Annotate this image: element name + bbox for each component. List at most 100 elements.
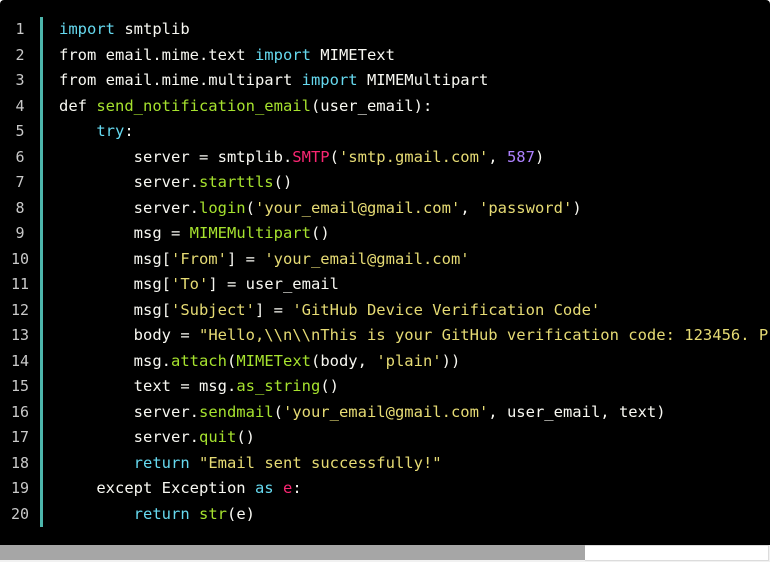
code-token: 'your_email@gmail.com'	[264, 249, 470, 268]
code-token: 'Subject'	[170, 300, 255, 319]
code-editor[interactable]: 1 2 3 4 5 6 7 8 9 10 11 12 13 14 15 16 17 18 19 20 import s…	[0, 0, 770, 545]
code-token: try	[96, 122, 125, 140]
code-token: 'your_email@gmail.com'	[282, 402, 489, 421]
code-token: (	[329, 147, 339, 166]
code-token: (user_email):	[310, 96, 433, 115]
code-token: def	[59, 96, 97, 115]
code-token: msg[	[59, 275, 171, 293]
code-token: :	[124, 122, 134, 140]
code-line: server.starttls()	[59, 170, 770, 196]
code-line: msg = MIMEMultipart()	[59, 221, 770, 247]
code-line: msg['Subject'] = 'GitHub Device Verifica…	[59, 298, 770, 324]
code-token: text = msg.	[59, 377, 237, 395]
code-token: ] =	[254, 300, 293, 319]
code-line: server.quit()	[59, 425, 770, 451]
code-token: import	[59, 20, 115, 38]
code-token: import	[301, 71, 358, 89]
code-token: str	[199, 504, 227, 523]
code-token: (	[226, 351, 237, 370]
code-token: "Email sent successfully!"	[199, 453, 442, 472]
code-token: attach	[170, 351, 227, 370]
line-number: 2	[15, 45, 25, 64]
code-token: 'password'	[478, 198, 573, 217]
line-number: 11	[10, 275, 30, 293]
code-token: MIMEMultipart	[357, 71, 489, 89]
code-line: return "Email sent successfully!"	[59, 451, 770, 477]
code-token: body =	[59, 326, 199, 344]
code-token: MIMEText	[310, 45, 395, 64]
line-number: 9	[15, 224, 25, 242]
code-token: ()	[273, 173, 293, 191]
code-token: ,	[488, 147, 507, 166]
code-token: )	[572, 198, 582, 217]
line-number: 19	[10, 479, 30, 497]
code-token: :	[292, 479, 302, 497]
code-token: as	[254, 479, 274, 497]
code-token: ))	[441, 351, 461, 370]
code-token: ] =	[226, 249, 265, 268]
code-token: server = smtplib.	[59, 147, 293, 166]
code-line: msg['To'] = user_email	[59, 272, 770, 298]
code-token: 'smtp.gmail.com'	[338, 147, 489, 166]
code-token: smtplib	[115, 20, 190, 38]
line-number: 6	[15, 147, 25, 166]
code-line: msg.attach(MIMEText(body, 'plain'))	[59, 349, 770, 375]
horizontal-scrollbar-track[interactable]	[585, 545, 769, 561]
line-number: 14	[10, 351, 30, 370]
line-number: 17	[10, 428, 30, 446]
code-token: )	[534, 147, 545, 166]
code-token: msg[	[59, 300, 171, 319]
code-token: SMTP	[292, 147, 330, 166]
line-number-gutter: 1 2 3 4 5 6 7 8 9 10 11 12 13 14 15 16 17 18 19 20	[0, 17, 40, 527]
code-token: quit	[198, 428, 237, 446]
code-token: ()	[236, 428, 255, 446]
code-token: ()	[310, 224, 330, 242]
code-token: e	[282, 479, 293, 497]
code-token: import	[254, 45, 311, 64]
horizontal-scrollbar-thumb[interactable]	[0, 545, 585, 560]
line-number: 5	[15, 122, 25, 140]
code-line: import smtplib	[59, 17, 770, 43]
line-number: 3	[15, 71, 25, 89]
code-line: from email.mime.multipart import MIMEMul…	[59, 68, 770, 94]
code-token: 'your_email@gmail.com'	[255, 198, 461, 217]
line-number: 13	[10, 326, 30, 344]
code-token: from email.mime.multipart	[59, 71, 302, 89]
code-line: except Exception as e:	[59, 476, 770, 502]
code-token: from email.mime.text	[59, 45, 255, 64]
code-line: server = smtplib.SMTP('smtp.gmail.com', …	[59, 145, 770, 171]
code-line: server.sendmail('your_email@gmail.com', …	[59, 400, 770, 426]
code-line: msg['From'] = 'your_email@gmail.com'	[59, 247, 770, 273]
code-token: 587	[506, 147, 535, 166]
code-token: 'plain'	[376, 351, 442, 370]
line-number: 16	[10, 402, 30, 421]
code-token: msg.	[59, 351, 171, 370]
code-line: text = msg.as_string()	[59, 374, 770, 400]
line-number: 10	[10, 249, 30, 268]
code-token: starttls	[198, 173, 274, 191]
code-token: server.	[59, 198, 199, 217]
line-number: 8	[15, 198, 25, 217]
code-token: sendmail	[198, 402, 274, 421]
horizontal-scrollbar[interactable]	[0, 545, 770, 562]
code-line: try:	[59, 119, 770, 145]
line-number: 7	[15, 173, 25, 191]
code-token: ,	[460, 198, 479, 217]
code-token: 'GitHub Device Verification Code'	[292, 300, 601, 319]
code-token: server.	[59, 402, 199, 421]
code-token: (	[273, 402, 283, 421]
code-token: , user_email, text)	[488, 402, 666, 421]
code-token: MIMEText	[236, 351, 311, 370]
code-line: from email.mime.text import MIMEText	[59, 43, 770, 69]
code-content[interactable]: import smtplib from email.mime.text impor…	[59, 17, 770, 527]
code-token: 'From'	[170, 249, 227, 268]
code-token: server.	[59, 173, 199, 191]
code-token: return	[133, 504, 190, 523]
code-token: as_string	[236, 377, 321, 395]
